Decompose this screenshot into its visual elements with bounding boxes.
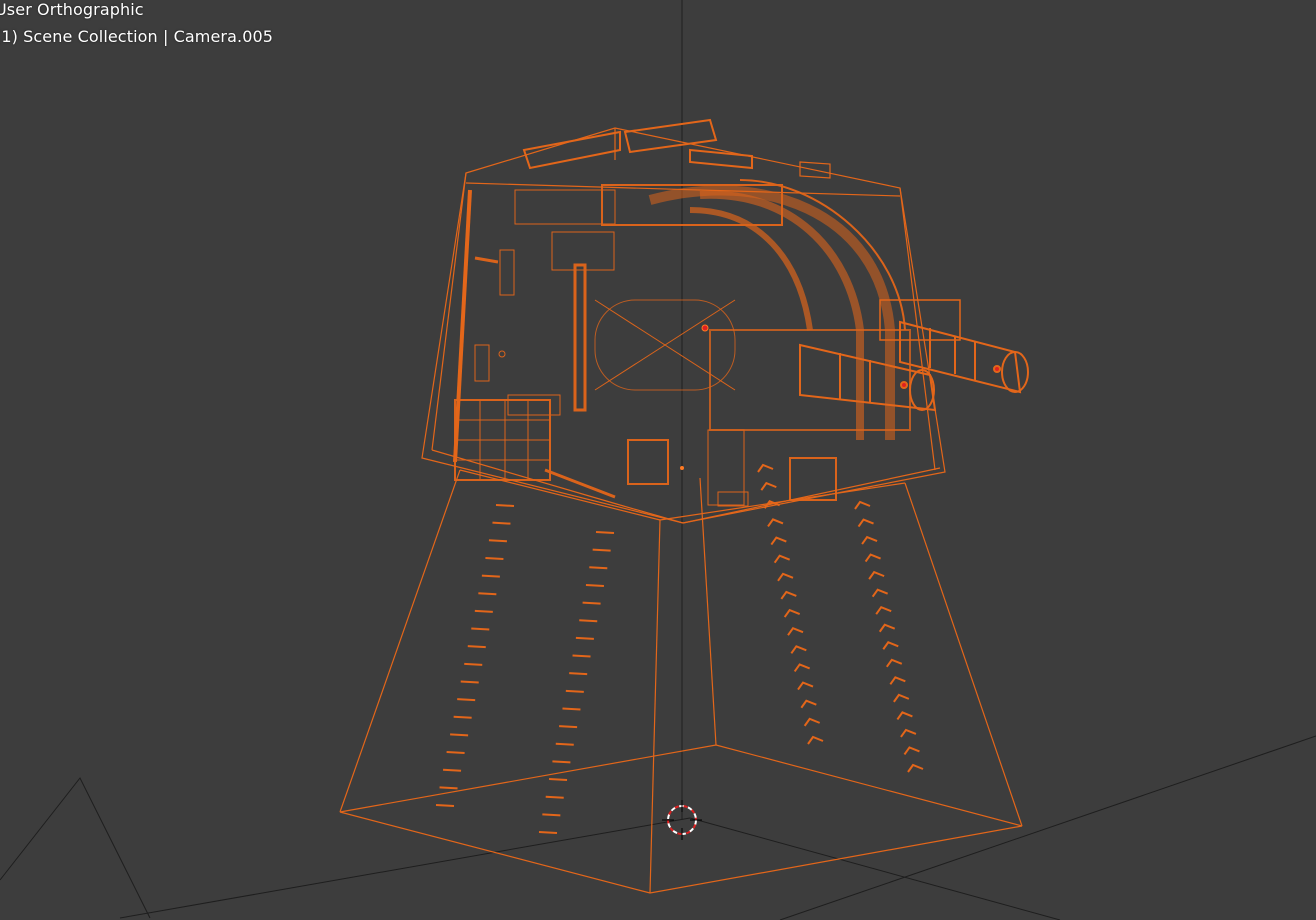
rivet	[767, 518, 784, 527]
rivet	[896, 711, 913, 720]
rivet	[478, 592, 497, 596]
rivet	[439, 786, 458, 790]
rivet	[474, 609, 493, 613]
scene-collection-label: (1) Scene Collection | Camera.005	[0, 27, 274, 46]
rivet	[488, 539, 507, 543]
rivet	[871, 588, 889, 598]
rivet	[549, 778, 568, 782]
rivet	[790, 645, 807, 654]
rivet	[878, 623, 896, 633]
rivet	[575, 636, 594, 640]
rivet	[460, 680, 479, 684]
rivet	[773, 554, 791, 564]
rivet	[889, 676, 906, 685]
rivet	[864, 553, 881, 563]
rivet	[446, 751, 465, 755]
rivet	[857, 518, 874, 528]
pedestal-rivets	[435, 463, 924, 834]
rivet	[803, 717, 821, 727]
rivet	[882, 641, 899, 650]
rivet	[793, 663, 811, 673]
rivet	[555, 742, 574, 746]
rivet	[582, 601, 601, 605]
rivet	[807, 735, 824, 745]
rivet	[797, 681, 814, 691]
rivet	[559, 725, 578, 729]
rivet	[572, 654, 591, 658]
object-origin	[701, 324, 709, 332]
rivet	[903, 746, 920, 756]
rivet	[595, 531, 615, 534]
floor-line-b	[689, 817, 1061, 920]
rivet	[552, 760, 571, 764]
rivet	[562, 707, 581, 711]
rivet	[760, 481, 777, 491]
floor-grid	[0, 0, 1316, 920]
rivet	[787, 626, 804, 636]
rivet	[485, 556, 504, 560]
3d-viewport[interactable]	[0, 0, 1316, 920]
rivet	[907, 763, 924, 773]
pedestal-wireframe[interactable]	[339, 469, 1023, 894]
rivet	[770, 536, 787, 546]
rivet	[453, 715, 472, 719]
rivet	[893, 693, 910, 703]
gun-barrels[interactable]	[799, 299, 1029, 412]
floor-line-c	[779, 735, 1316, 920]
rivet	[783, 608, 801, 618]
rivet	[538, 831, 558, 834]
rivet	[569, 672, 588, 676]
rivet	[545, 795, 564, 799]
rivet	[565, 689, 584, 693]
rivet	[464, 662, 483, 666]
rivet	[854, 500, 871, 510]
rivet	[585, 583, 604, 587]
rivet	[780, 590, 797, 600]
rivet	[457, 698, 476, 702]
rivet	[875, 605, 892, 615]
rivet	[542, 813, 561, 817]
rivet	[481, 574, 500, 578]
rivet	[589, 566, 608, 570]
pivot-dot	[680, 466, 684, 470]
barrel-upper	[899, 320, 1029, 394]
rivet	[800, 699, 817, 709]
rivet	[471, 627, 490, 631]
view-mode-label: User Orthographic	[0, 0, 144, 19]
rivet	[592, 548, 611, 552]
rivet	[900, 728, 917, 738]
rivet	[467, 645, 486, 649]
rivet	[443, 768, 462, 772]
barrel-lower	[799, 343, 937, 412]
rivet	[435, 804, 455, 807]
rivet	[777, 572, 794, 582]
rivet	[861, 535, 878, 545]
rivet	[492, 521, 511, 525]
rivet	[757, 463, 774, 473]
floor-line-a	[119, 817, 691, 919]
rivet	[579, 619, 598, 623]
rivet	[885, 658, 903, 668]
rivet	[868, 570, 885, 580]
rivet	[450, 733, 469, 737]
turret-housing-wireframe[interactable]	[421, 118, 946, 524]
floor-corner	[0, 777, 151, 919]
rivet	[495, 504, 515, 507]
